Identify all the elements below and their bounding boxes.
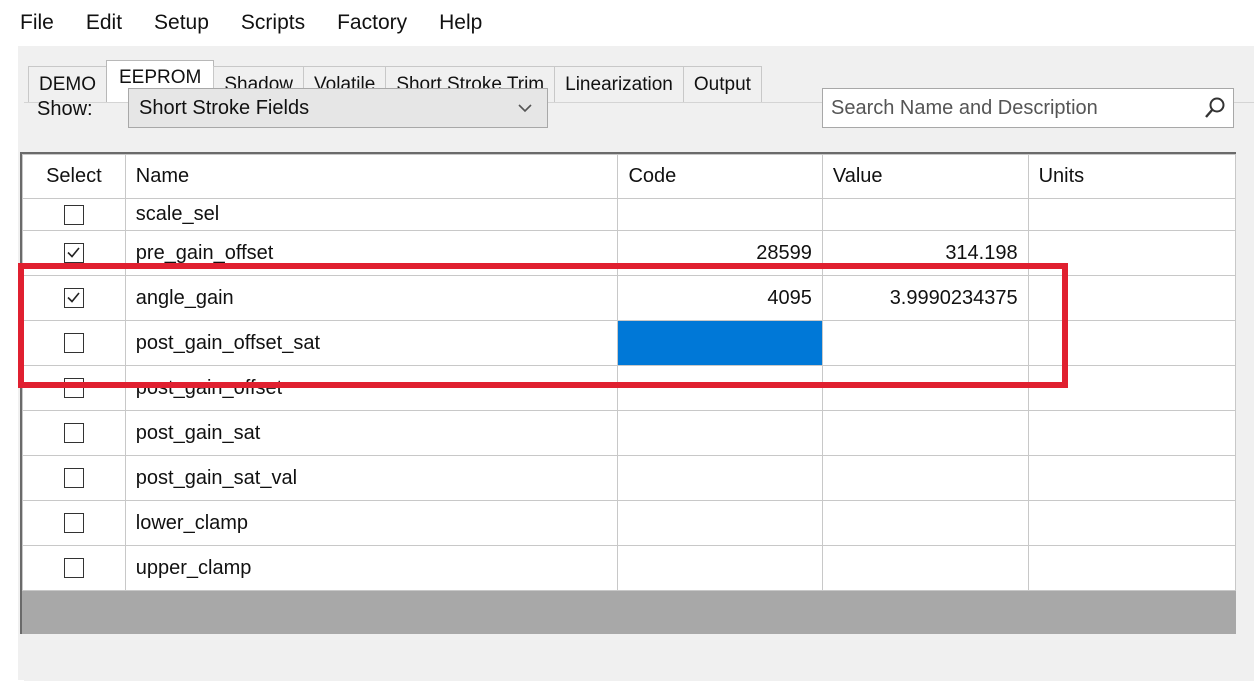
units-cell[interactable] [1027,198,1236,231]
code-cell[interactable] [617,545,823,591]
table-row[interactable]: post_gain_sat [22,410,1236,456]
code-cell[interactable] [617,320,823,366]
units-cell[interactable] [1027,230,1236,276]
units-cell[interactable] [1027,545,1236,591]
value-cell[interactable]: 314.198 [821,230,1029,276]
name-cell[interactable]: pre_gain_offset [124,230,619,276]
code-cell[interactable] [617,500,823,546]
select-cell [22,365,126,411]
name-cell[interactable]: scale_sel [124,198,619,231]
menu-factory[interactable]: Factory [337,11,407,35]
value-cell[interactable] [821,410,1029,456]
tab-output[interactable]: Output [682,66,762,102]
data-grid: Select Name Code Value Units scale_sel pr… [20,152,1236,634]
units-cell[interactable] [1027,500,1236,546]
table-row[interactable]: pre_gain_offset 28599 314.198 [22,230,1236,276]
table-row[interactable]: lower_clamp [22,500,1236,546]
select-cell [22,455,126,501]
column-header-code[interactable]: Code [617,154,823,199]
value-cell[interactable] [821,455,1029,501]
menu-setup[interactable]: Setup [154,11,209,35]
value-cell[interactable] [821,545,1029,591]
row-checkbox[interactable] [63,333,84,354]
select-cell [22,230,126,276]
select-cell [22,545,126,591]
tab-demo[interactable]: DEMO [28,66,107,102]
search-icon[interactable] [1203,95,1227,121]
header-row: Select Name Code Value Units [22,154,1236,199]
show-dropdown[interactable]: Short Stroke Fields [128,88,548,128]
column-header-name[interactable]: Name [124,154,619,199]
name-cell[interactable]: angle_gain [124,275,619,321]
menu-help[interactable]: Help [439,11,482,35]
column-header-value[interactable]: Value [821,154,1029,199]
show-dropdown-value: Short Stroke Fields [139,96,310,119]
table-row[interactable]: post_gain_offset [22,365,1236,411]
column-header-units[interactable]: Units [1027,154,1236,199]
name-cell[interactable]: post_gain_sat [124,410,619,456]
table-row[interactable]: scale_sel [22,198,1236,231]
row-checkbox[interactable] [63,423,84,444]
menu-file[interactable]: File [20,11,54,35]
row-checkbox[interactable] [63,513,84,534]
menu-bar: File Edit Setup Scripts Factory Help [0,0,1254,46]
chevron-down-icon [517,97,533,122]
name-cell[interactable]: post_gain_offset_sat [124,320,619,366]
table-row[interactable]: post_gain_sat_val [22,455,1236,501]
code-cell[interactable]: 28599 [617,230,823,276]
select-cell [22,500,126,546]
value-cell[interactable] [821,198,1029,231]
select-cell [22,198,126,231]
name-cell[interactable]: post_gain_offset [124,365,619,411]
code-cell[interactable]: 4095 [617,275,823,321]
units-cell[interactable] [1027,275,1236,321]
select-cell [22,275,126,321]
name-cell[interactable]: lower_clamp [124,500,619,546]
units-cell[interactable] [1027,455,1236,501]
code-cell[interactable] [617,455,823,501]
units-cell[interactable] [1027,320,1236,366]
code-cell[interactable] [617,365,823,411]
checkmark-icon [67,247,80,258]
value-cell[interactable] [821,500,1029,546]
search-input[interactable] [829,89,1193,127]
row-checkbox[interactable] [63,204,84,225]
fields-table: Select Name Code Value Units scale_sel pr… [22,154,1236,591]
table-body: scale_sel pre_gain_offset 28599 314.198 angl… [22,198,1236,591]
row-checkbox[interactable] [63,378,84,399]
menu-scripts[interactable]: Scripts [241,11,305,35]
row-checkbox[interactable] [63,288,84,309]
value-cell[interactable] [821,365,1029,411]
tab-linearization[interactable]: Linearization [554,66,684,102]
select-cell [22,320,126,366]
search-box [822,88,1234,128]
table-row[interactable]: upper_clamp [22,545,1236,591]
code-cell[interactable] [617,410,823,456]
name-cell[interactable]: upper_clamp [124,545,619,591]
column-header-select[interactable]: Select [22,154,126,199]
value-cell[interactable]: 3.9990234375 [821,275,1029,321]
row-checkbox[interactable] [63,468,84,489]
checkmark-icon [67,292,80,303]
name-cell[interactable]: post_gain_sat_val [124,455,619,501]
show-label: Show: [37,98,93,120]
table-row[interactable]: post_gain_offset_sat [22,320,1236,366]
table-row[interactable]: angle_gain 4095 3.9990234375 [22,275,1236,321]
row-checkbox[interactable] [63,243,84,264]
menu-edit[interactable]: Edit [86,11,122,35]
select-cell [22,410,126,456]
value-cell[interactable] [821,320,1029,366]
units-cell[interactable] [1027,410,1236,456]
code-cell[interactable] [617,198,823,231]
units-cell[interactable] [1027,365,1236,411]
row-checkbox[interactable] [63,558,84,579]
